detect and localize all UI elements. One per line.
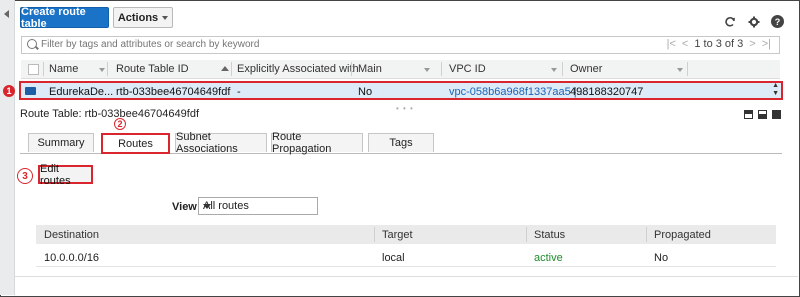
detail-tabs: Summary Routes Subnet Associations Route… [20,131,782,155]
route-table-label: Route Table: rtb-033bee46704649fdf [20,108,199,120]
column-separator [562,62,563,76]
view-select[interactable]: All routes [198,197,318,215]
column-header-explicit[interactable]: Explicitly Associated with [237,63,359,75]
last-page-icon[interactable]: >| [762,38,771,50]
cell-target: local [382,252,405,264]
split-top-icon[interactable] [744,110,753,119]
step-badge-1: 1 [3,85,15,97]
routes-table-header: Destination Target Status Propagated [36,225,776,244]
row-highlight-outline [19,81,783,100]
first-page-icon[interactable]: |< [667,38,676,50]
tab-route-propagation[interactable]: Route Propagation [271,131,363,155]
column-menu-icon[interactable] [551,68,557,72]
column-header-target[interactable]: Target [382,229,413,241]
column-separator [231,62,232,76]
refresh-icon[interactable] [723,15,736,28]
resize-handle-icon[interactable]: • • • [396,104,414,113]
tab-tags[interactable]: Tags [368,133,434,152]
layout-toggle [744,110,781,119]
prev-page-icon[interactable]: < [682,38,688,50]
column-menu-icon[interactable] [99,68,105,72]
status-badge: active [534,252,563,264]
create-route-table-button[interactable]: Create route table [20,6,109,30]
column-header-propagated[interactable]: Propagated [654,229,711,241]
tab-routes[interactable]: Routes [101,133,170,154]
column-separator [374,227,375,242]
column-header-name[interactable]: Name [49,63,78,75]
cell-propagated: No [654,252,669,264]
sort-ascending-icon[interactable] [221,66,229,71]
chevron-down-icon [162,15,169,20]
page-range: 1 to 3 of 3 [694,38,744,50]
pagination: |< < 1 to 3 of 3 > >| [667,38,771,50]
column-separator [43,62,44,76]
tab-subnet-associations[interactable]: Subnet Associations [175,131,267,155]
actions-dropdown-button[interactable]: Actions [113,7,173,28]
cell-destination: 10.0.0.0/16 [44,252,100,264]
route-tables-header: Name Route Table ID Explicitly Associate… [21,60,780,79]
column-separator [526,227,527,242]
step-badge-2: 2 [114,118,126,130]
next-page-icon[interactable]: > [749,38,755,50]
split-bottom-icon[interactable] [758,110,767,119]
actions-label: Actions [117,11,159,24]
table-row: 10.0.0.0/16 local active No [36,248,776,267]
edit-routes-button[interactable]: Edit routes [38,163,93,187]
select-all-checkbox[interactable] [28,64,39,75]
search-input[interactable] [41,37,641,51]
step-badge-3: 3 [17,168,33,184]
search-icon [27,39,37,49]
filter-search-bar: |< < 1 to 3 of 3 > >| [21,36,780,54]
gear-icon[interactable] [747,15,760,28]
column-header-route-table-id[interactable]: Route Table ID [116,63,189,75]
column-menu-icon[interactable] [424,68,430,72]
tab-summary[interactable]: Summary [28,133,94,152]
sidebar-collapse-rail[interactable] [0,0,15,295]
column-separator [441,62,442,76]
view-label: View [172,201,197,213]
divider [14,276,798,277]
column-header-owner[interactable]: Owner [570,63,602,75]
full-view-icon[interactable] [772,110,781,119]
column-header-status[interactable]: Status [534,229,565,241]
column-header-vpc-id[interactable]: VPC ID [449,63,486,75]
column-separator [351,62,352,76]
collapse-arrow-icon[interactable] [4,10,9,18]
chevron-down-icon [203,204,211,209]
column-separator [646,227,647,242]
column-separator [687,62,688,76]
column-header-main[interactable]: Main [358,63,382,75]
column-header-destination[interactable]: Destination [44,229,99,241]
column-separator [107,62,108,76]
column-menu-icon[interactable] [677,68,683,72]
help-icon[interactable]: ? [771,15,784,28]
toolbar-icons: ? [723,15,784,28]
